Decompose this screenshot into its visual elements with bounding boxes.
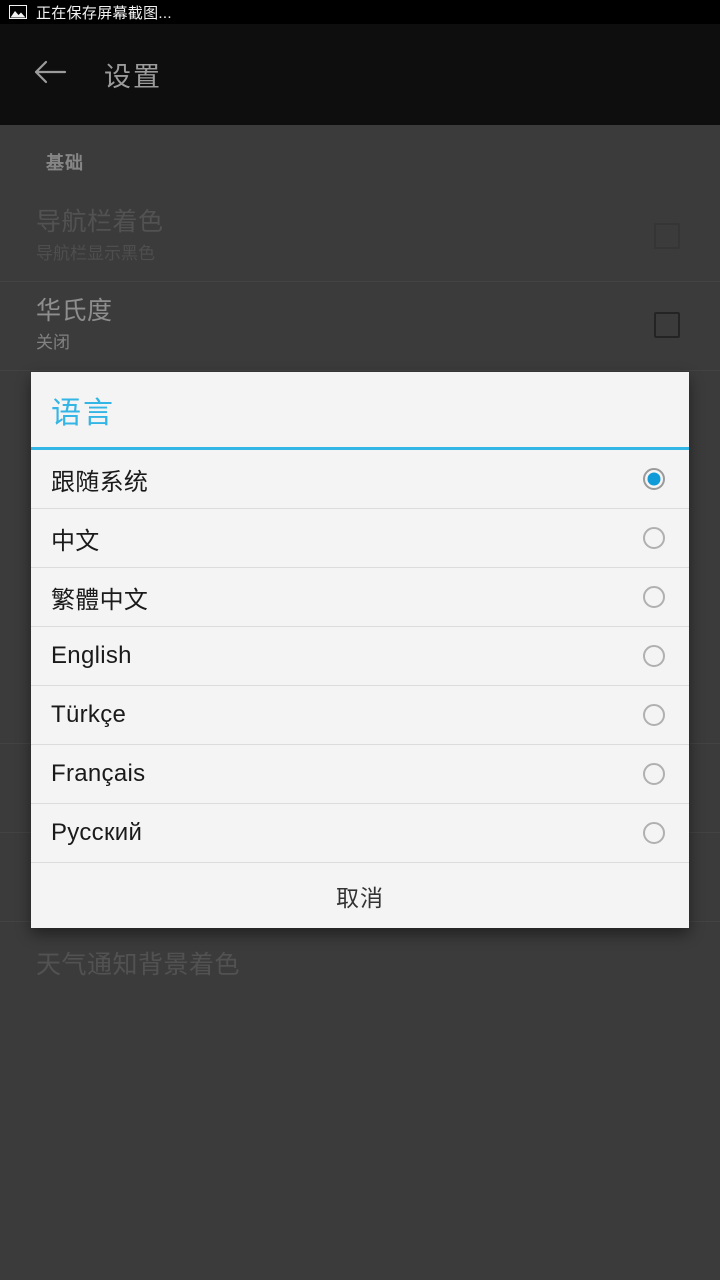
language-option-label: 繁體中文 [51, 586, 149, 614]
cancel-button[interactable]: 取消 [31, 863, 689, 928]
page-title: 设置 [104, 62, 162, 92]
radio-button-icon[interactable] [643, 645, 665, 667]
radio-button-selected-icon[interactable] [643, 468, 665, 490]
language-option-english[interactable]: English [31, 627, 689, 686]
language-option-label: Türkçe [51, 701, 127, 728]
dialog-title: 语言 [51, 396, 115, 430]
radio-button-icon[interactable] [643, 704, 665, 726]
language-option-label: 跟随系统 [51, 468, 149, 496]
language-option-turkish[interactable]: Türkçe [31, 686, 689, 745]
back-button[interactable] [22, 47, 78, 103]
dialog-title-bar: 语言 [31, 372, 689, 450]
screenshot-image-icon [8, 4, 28, 20]
language-option-label: English [51, 642, 132, 669]
language-option-chinese[interactable]: 中文 [31, 509, 689, 568]
language-dialog: 语言 跟随系统 中文 繁體中文 English Türkçe Français … [31, 372, 689, 928]
language-option-list: 跟随系统 中文 繁體中文 English Türkçe Français Рус… [31, 450, 689, 863]
radio-button-icon[interactable] [643, 586, 665, 608]
language-option-russian[interactable]: Русский [31, 804, 689, 863]
arrow-left-icon [33, 58, 67, 91]
radio-button-icon[interactable] [643, 763, 665, 785]
phone-screen: 正在保存屏幕截图... 设置 基础 导航栏着色 导航栏显示黑色 华氏度 关闭 天… [0, 0, 720, 1280]
status-bar: 正在保存屏幕截图... [0, 0, 720, 24]
language-option-label: Français [51, 760, 146, 787]
language-option-french[interactable]: Français [31, 745, 689, 804]
status-bar-text: 正在保存屏幕截图... [36, 4, 172, 22]
cancel-button-label: 取消 [336, 884, 384, 911]
app-toolbar: 设置 [0, 24, 720, 125]
language-option-follow-system[interactable]: 跟随系统 [31, 450, 689, 509]
language-option-traditional-chinese[interactable]: 繁體中文 [31, 568, 689, 627]
radio-button-icon[interactable] [643, 822, 665, 844]
language-option-label: Русский [51, 819, 143, 846]
radio-button-icon[interactable] [643, 527, 665, 549]
language-option-label: 中文 [51, 527, 100, 555]
